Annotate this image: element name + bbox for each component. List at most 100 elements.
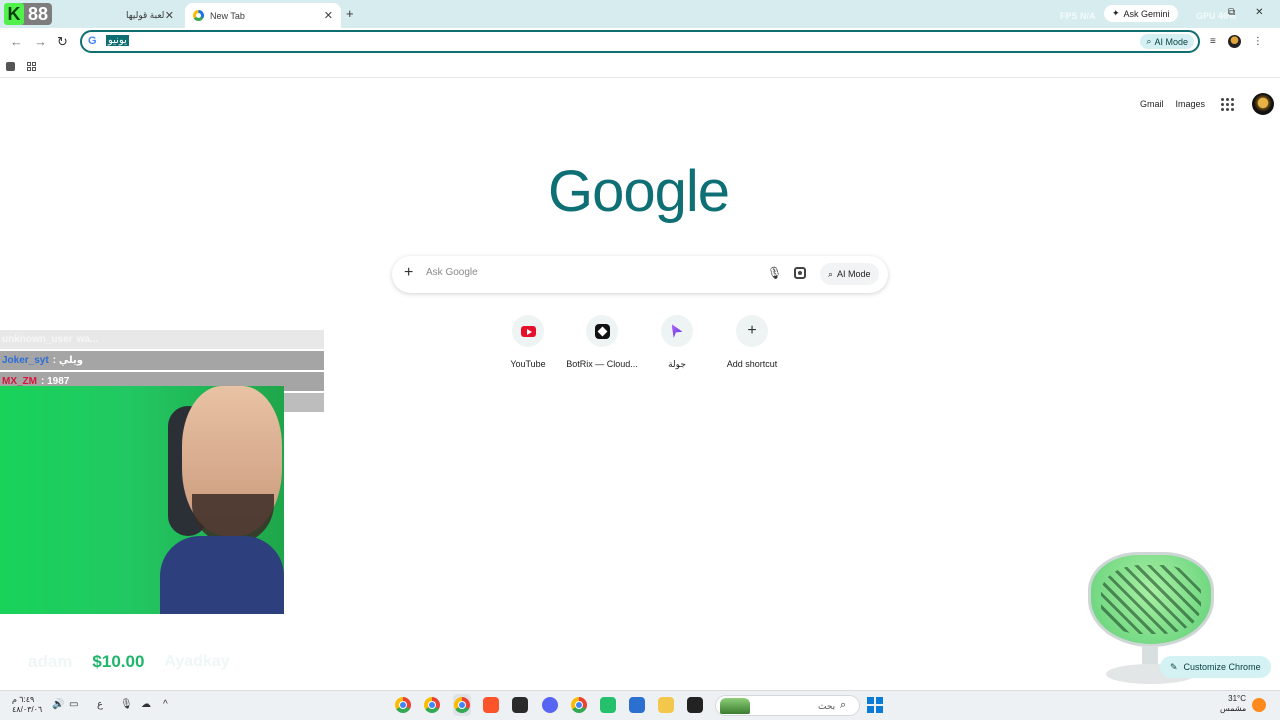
ai-mode-label: AI Mode bbox=[837, 269, 871, 279]
close-tab-icon[interactable]: ✕ bbox=[324, 9, 333, 22]
fps-stat: FPS N/A bbox=[1060, 11, 1096, 21]
apps-shortcut-icon[interactable] bbox=[27, 62, 36, 71]
add-shortcut-button[interactable]: + Add shortcut bbox=[712, 315, 792, 369]
tab-title: لعبة قوليها bbox=[126, 10, 165, 20]
file-explorer-icon[interactable] bbox=[658, 697, 674, 713]
gmail-link[interactable]: Gmail bbox=[1140, 99, 1164, 109]
menu-icon[interactable]: ⋮ bbox=[1253, 36, 1263, 47]
reading-list-icon[interactable]: ≡ bbox=[1210, 36, 1216, 47]
tip-name: adam bbox=[28, 652, 73, 671]
shortcut-youtube[interactable]: YouTube bbox=[488, 315, 568, 369]
plant-stem bbox=[1142, 646, 1158, 666]
restore-icon[interactable]: ⧉ bbox=[1228, 7, 1235, 18]
account-avatar[interactable] bbox=[1252, 93, 1275, 115]
weather-widget[interactable]: 31°C مشمس bbox=[1220, 694, 1246, 714]
ntp-top-links: Gmail Images bbox=[1140, 93, 1275, 115]
address-bar-text[interactable]: يونيو bbox=[106, 35, 129, 46]
images-link[interactable]: Images bbox=[1176, 99, 1206, 109]
kick-k-icon: K bbox=[4, 3, 24, 25]
address-bar[interactable]: G يونيو ⌕ AI Mode bbox=[80, 30, 1200, 53]
game-app-icon[interactable] bbox=[512, 697, 528, 713]
tip-amount: $10.00 bbox=[92, 652, 145, 671]
taskbar-search[interactable]: بحث ⌕ bbox=[715, 695, 860, 716]
taskbar-clock[interactable]: ٦:٤٩ م ٤٨/٠٣/٠٦ bbox=[12, 695, 42, 715]
bookmark-square-icon[interactable] bbox=[6, 62, 15, 71]
shortcut-botrix[interactable]: BotRix — Cloud... bbox=[562, 315, 642, 369]
back-icon[interactable]: ← bbox=[10, 34, 23, 49]
plus-icon: + bbox=[747, 322, 757, 339]
shirt-shape bbox=[160, 536, 284, 614]
kick-viewer-count: 88 bbox=[28, 3, 49, 24]
tip-extra: Ayadkay bbox=[164, 653, 230, 670]
streamer-figure bbox=[160, 386, 284, 614]
bookmarks-bar bbox=[0, 56, 1280, 78]
start-icon[interactable] bbox=[867, 697, 883, 713]
chrome-icon[interactable] bbox=[395, 697, 411, 713]
chat-text: wa... bbox=[76, 334, 99, 345]
streaming-app-icon[interactable] bbox=[600, 697, 616, 713]
store-icon[interactable] bbox=[629, 697, 645, 713]
chrome-icon[interactable] bbox=[571, 697, 587, 713]
search-placeholder: بحث bbox=[818, 701, 836, 711]
pencil-icon: ✎ bbox=[1170, 661, 1178, 672]
search-input[interactable] bbox=[426, 267, 726, 278]
window-controls: ⧉ ✕ bbox=[1228, 7, 1264, 18]
tab-new-tab[interactable]: New Tab ✕ bbox=[185, 3, 341, 28]
new-tab-button[interactable]: + bbox=[346, 6, 354, 21]
customize-label: Customize Chrome bbox=[1183, 662, 1261, 672]
reload-icon[interactable]: ↻ bbox=[57, 34, 68, 50]
chat-text: : ويلي bbox=[52, 355, 83, 366]
customize-chrome-button[interactable]: ✎ Customize Chrome bbox=[1160, 656, 1271, 678]
shortcut-label: Add shortcut bbox=[726, 359, 778, 369]
close-window-icon[interactable]: ✕ bbox=[1255, 7, 1263, 18]
volume-icon[interactable]: 🔊 bbox=[52, 699, 64, 710]
ai-mode-label: AI Mode bbox=[1154, 36, 1188, 47]
tab-qoliha[interactable]: لعبة قوليها ✕ bbox=[118, 3, 182, 28]
search-highlight-icon bbox=[720, 698, 750, 714]
ai-search-icon: ⌕ bbox=[828, 268, 834, 279]
webcam-feed bbox=[0, 386, 284, 614]
cloud-icon[interactable]: ☁ bbox=[141, 699, 151, 710]
microphone-tray-icon[interactable]: 🎙 bbox=[120, 699, 133, 710]
microphone-icon[interactable]: 🎙 bbox=[767, 266, 782, 280]
google-g-icon: G bbox=[88, 35, 97, 47]
plus-icon[interactable]: + bbox=[404, 264, 413, 282]
ask-gemini-button[interactable]: ✦ Ask Gemini bbox=[1104, 5, 1178, 22]
weather-temp: 31°C bbox=[1228, 694, 1246, 703]
network-icon[interactable]: ▭ bbox=[69, 699, 78, 710]
weather-desc: مشمس bbox=[1220, 704, 1247, 713]
browser-toolbar: ← → ↻ G يونيو ⌕ AI Mode ≡ ⋮ bbox=[0, 28, 1280, 56]
google-search-box[interactable]: + 🎙 ⌕ AI Mode bbox=[392, 256, 888, 293]
chrome-icon bbox=[193, 10, 204, 21]
sun-icon bbox=[1252, 698, 1266, 712]
address-ai-mode-button[interactable]: ⌕ AI Mode bbox=[1140, 34, 1194, 49]
google-apps-icon[interactable] bbox=[1221, 97, 1235, 111]
chrome-icon[interactable] bbox=[454, 697, 470, 713]
chat-message: unknown_user wa... bbox=[0, 330, 324, 349]
plant-bowl bbox=[1088, 552, 1214, 647]
chat-username: Joker_syt bbox=[2, 355, 49, 366]
brave-icon[interactable] bbox=[483, 697, 499, 713]
sparkle-icon: ✦ bbox=[1112, 8, 1120, 18]
language-indicator[interactable]: ع bbox=[97, 699, 103, 710]
shortcut-label: جولة bbox=[668, 359, 686, 369]
tab-strip: K 88 لعبة قوليها ✕ New Tab ✕ + FPS N/A ✦… bbox=[0, 0, 1280, 28]
forward-icon[interactable]: → bbox=[34, 34, 47, 49]
windows-taskbar: ٦:٤٩ م ٤٨/٠٣/٠٦ 🔊 ▭ ع 🎙 ☁ ^ بحث ⌕ 31°C م… bbox=[0, 690, 1280, 720]
tip-alert: adam $10.00 Ayadkay bbox=[28, 652, 230, 672]
google-logo: Google bbox=[548, 159, 730, 224]
ask-gemini-label: Ask Gemini bbox=[1123, 8, 1170, 19]
shortcut-jawla[interactable]: جولة bbox=[637, 315, 717, 370]
google-lens-icon[interactable] bbox=[794, 267, 806, 279]
chevron-up-icon[interactable]: ^ bbox=[163, 699, 168, 710]
discord-icon[interactable] bbox=[542, 697, 558, 713]
chrome-icon[interactable] bbox=[424, 697, 440, 713]
clock-time: ٦:٤٩ م bbox=[12, 695, 35, 704]
terminal-icon[interactable] bbox=[687, 697, 703, 713]
chat-message: Joker_syt : ويلي bbox=[0, 351, 324, 370]
shortcut-label: YouTube bbox=[510, 359, 546, 369]
close-tab-icon[interactable]: ✕ bbox=[165, 9, 174, 22]
profile-avatar[interactable] bbox=[1227, 35, 1241, 48]
search-ai-mode-button[interactable]: ⌕ AI Mode bbox=[820, 263, 879, 285]
shortcut-label: BotRix — Cloud... bbox=[566, 359, 638, 369]
